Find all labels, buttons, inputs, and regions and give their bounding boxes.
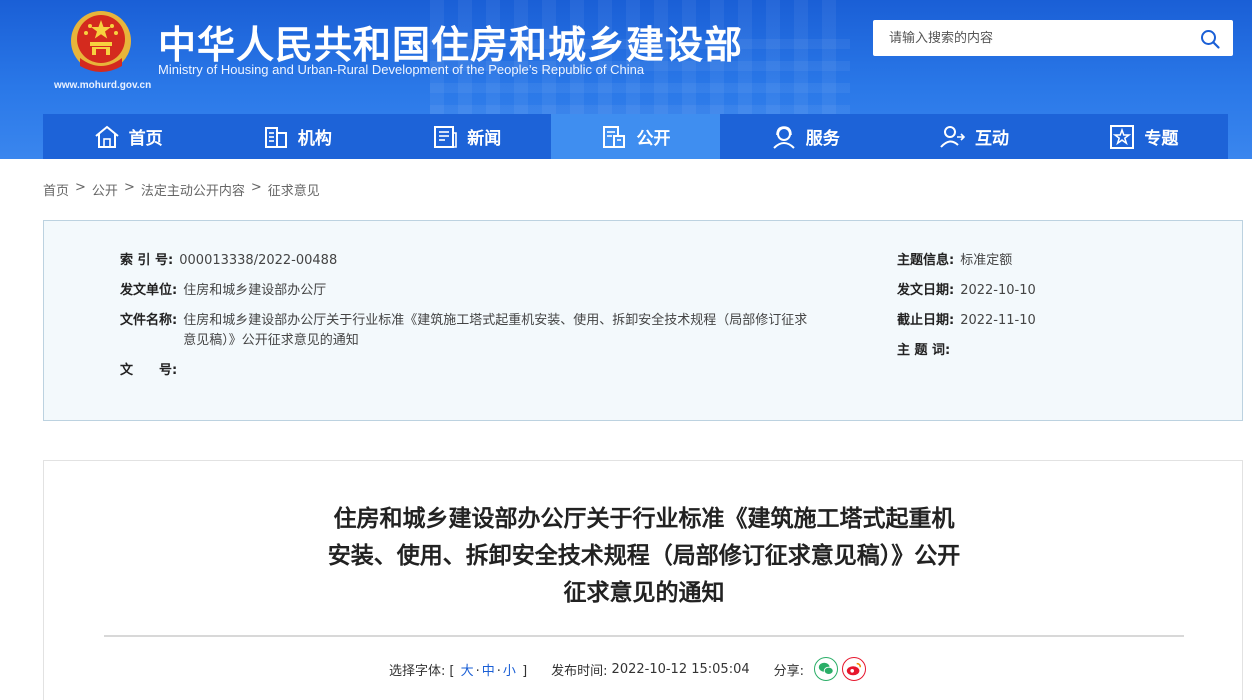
breadcrumb-separator: > xyxy=(250,180,262,195)
filename-value: 住房和城乡建设部办公厅关于行业标准《建筑施工塔式起重机安装、使用、拆卸安全技术规… xyxy=(183,313,808,348)
breadcrumb: 首页 > 公开 > 法定主动公开内容 > 征求意见 xyxy=(43,180,320,199)
main-nav: 首页 机构 新闻 公开 服务 互动 专题 xyxy=(43,114,1228,159)
docno-label: 文 号: xyxy=(120,363,178,378)
topic-value: 标准定额 xyxy=(960,253,1013,268)
breadcrumb-disclosure[interactable]: 公开 xyxy=(92,180,118,199)
article-card: 住房和城乡建设部办公厅关于行业标准《建筑施工塔式起重机安装、使用、拆卸安全技术规… xyxy=(43,460,1243,700)
breadcrumb-consultation[interactable]: 征求意见 xyxy=(268,180,320,199)
search-input[interactable] xyxy=(873,20,1183,56)
nav-item-news[interactable]: 新闻 xyxy=(382,114,551,159)
wechat-share-icon[interactable] xyxy=(814,657,839,681)
index-value: 000013338/2022-00488 xyxy=(179,253,338,268)
search-icon[interactable] xyxy=(1199,28,1221,50)
breadcrumb-separator: > xyxy=(75,180,86,195)
font-small-link[interactable]: 小 xyxy=(503,664,516,679)
topic-label: 主题信息: xyxy=(897,253,955,268)
search-box xyxy=(873,20,1233,56)
index-label: 索 引 号: xyxy=(120,253,174,268)
info-issue-date: 发文日期: 2022-10-10 xyxy=(897,281,1036,301)
star-topic-icon xyxy=(1110,124,1135,149)
nav-label: 互动 xyxy=(975,129,1010,149)
info-topic: 主题信息: 标准定额 xyxy=(897,251,1012,271)
font-size-selector: [ 大 · 中 · 小 ] xyxy=(449,660,527,679)
interaction-icon xyxy=(940,125,966,148)
breadcrumb-statutory[interactable]: 法定主动公开内容 xyxy=(141,180,245,199)
building-icon xyxy=(264,126,287,148)
font-size-label: 选择字体: xyxy=(389,663,446,679)
info-unit: 发文单位: 住房和城乡建设部办公厅 xyxy=(120,281,326,301)
nav-label: 机构 xyxy=(297,129,332,149)
document-info-box: 索 引 号: 000013338/2022-00488 发文单位: 住房和城乡建… xyxy=(43,220,1243,421)
unit-label: 发文单位: xyxy=(120,283,178,298)
article-meta: 选择字体: [ 大 · 中 · 小 ] 发布时间: 2022-10-12 15:05:0… xyxy=(389,657,867,681)
publish-time-value: 2022-10-12 15:05:04 xyxy=(611,661,750,677)
info-docno: 文 号: xyxy=(120,361,183,381)
filename-label: 文件名称: xyxy=(120,313,178,328)
publish-time-label: 发布时间: xyxy=(551,663,608,679)
issue-date-value: 2022-10-10 xyxy=(960,283,1036,298)
nav-item-topics[interactable]: 专题 xyxy=(1059,114,1228,159)
nav-item-interaction[interactable]: 互动 xyxy=(889,114,1058,159)
title-divider xyxy=(104,635,1184,637)
nav-label: 新闻 xyxy=(467,129,502,149)
nav-label: 服务 xyxy=(805,129,840,149)
site-url: www.mohurd.gov.cn xyxy=(54,80,152,91)
info-keywords: 主 题 词: xyxy=(897,341,956,361)
font-bracket-close: ] xyxy=(522,663,528,679)
deadline-label: 截止日期: xyxy=(897,313,955,328)
weibo-share-icon[interactable] xyxy=(842,657,867,681)
deadline-value: 2022-11-10 xyxy=(960,313,1036,328)
site-title[interactable]: 中华人民共和国住房和城乡建设部 xyxy=(158,14,743,69)
keywords-label: 主 题 词: xyxy=(897,343,951,358)
font-bracket-open: [ xyxy=(449,663,455,679)
font-large-link[interactable]: 大 xyxy=(461,664,474,679)
national-emblem-icon xyxy=(71,11,131,72)
home-icon xyxy=(95,125,119,148)
font-medium-link[interactable]: 中 xyxy=(482,664,495,679)
nav-item-service[interactable]: 服务 xyxy=(720,114,889,159)
issue-date-label: 发文日期: xyxy=(897,283,955,298)
breadcrumb-separator: > xyxy=(123,180,135,195)
share-label: 分享: xyxy=(773,663,805,679)
news-icon xyxy=(434,125,458,148)
nav-item-disclosure[interactable]: 公开 xyxy=(550,114,721,159)
breadcrumb-home[interactable]: 首页 xyxy=(43,180,69,199)
disclosure-icon xyxy=(603,125,626,148)
nav-label: 公开 xyxy=(636,129,671,149)
nav-item-organization[interactable]: 机构 xyxy=(212,114,381,159)
info-index: 索 引 号: 000013338/2022-00488 xyxy=(120,251,337,271)
site-subtitle: Ministry of Housing and Urban-Rural Deve… xyxy=(158,62,645,77)
font-dot: · xyxy=(475,663,480,679)
service-icon xyxy=(773,125,795,149)
nav-label: 首页 xyxy=(128,129,163,149)
article-title: 住房和城乡建设部办公厅关于行业标准《建筑施工塔式起重机安装、使用、拆卸安全技术规… xyxy=(327,506,961,606)
nav-item-home[interactable]: 首页 xyxy=(43,114,212,159)
font-dot: · xyxy=(496,663,501,679)
info-filename: 文件名称: 住房和城乡建设部办公厅关于行业标准《建筑施工塔式起重机安装、使用、拆… xyxy=(120,311,820,351)
info-deadline: 截止日期: 2022-11-10 xyxy=(897,311,1036,331)
unit-value: 住房和城乡建设部办公厅 xyxy=(183,283,327,298)
nav-label: 专题 xyxy=(1144,129,1179,149)
